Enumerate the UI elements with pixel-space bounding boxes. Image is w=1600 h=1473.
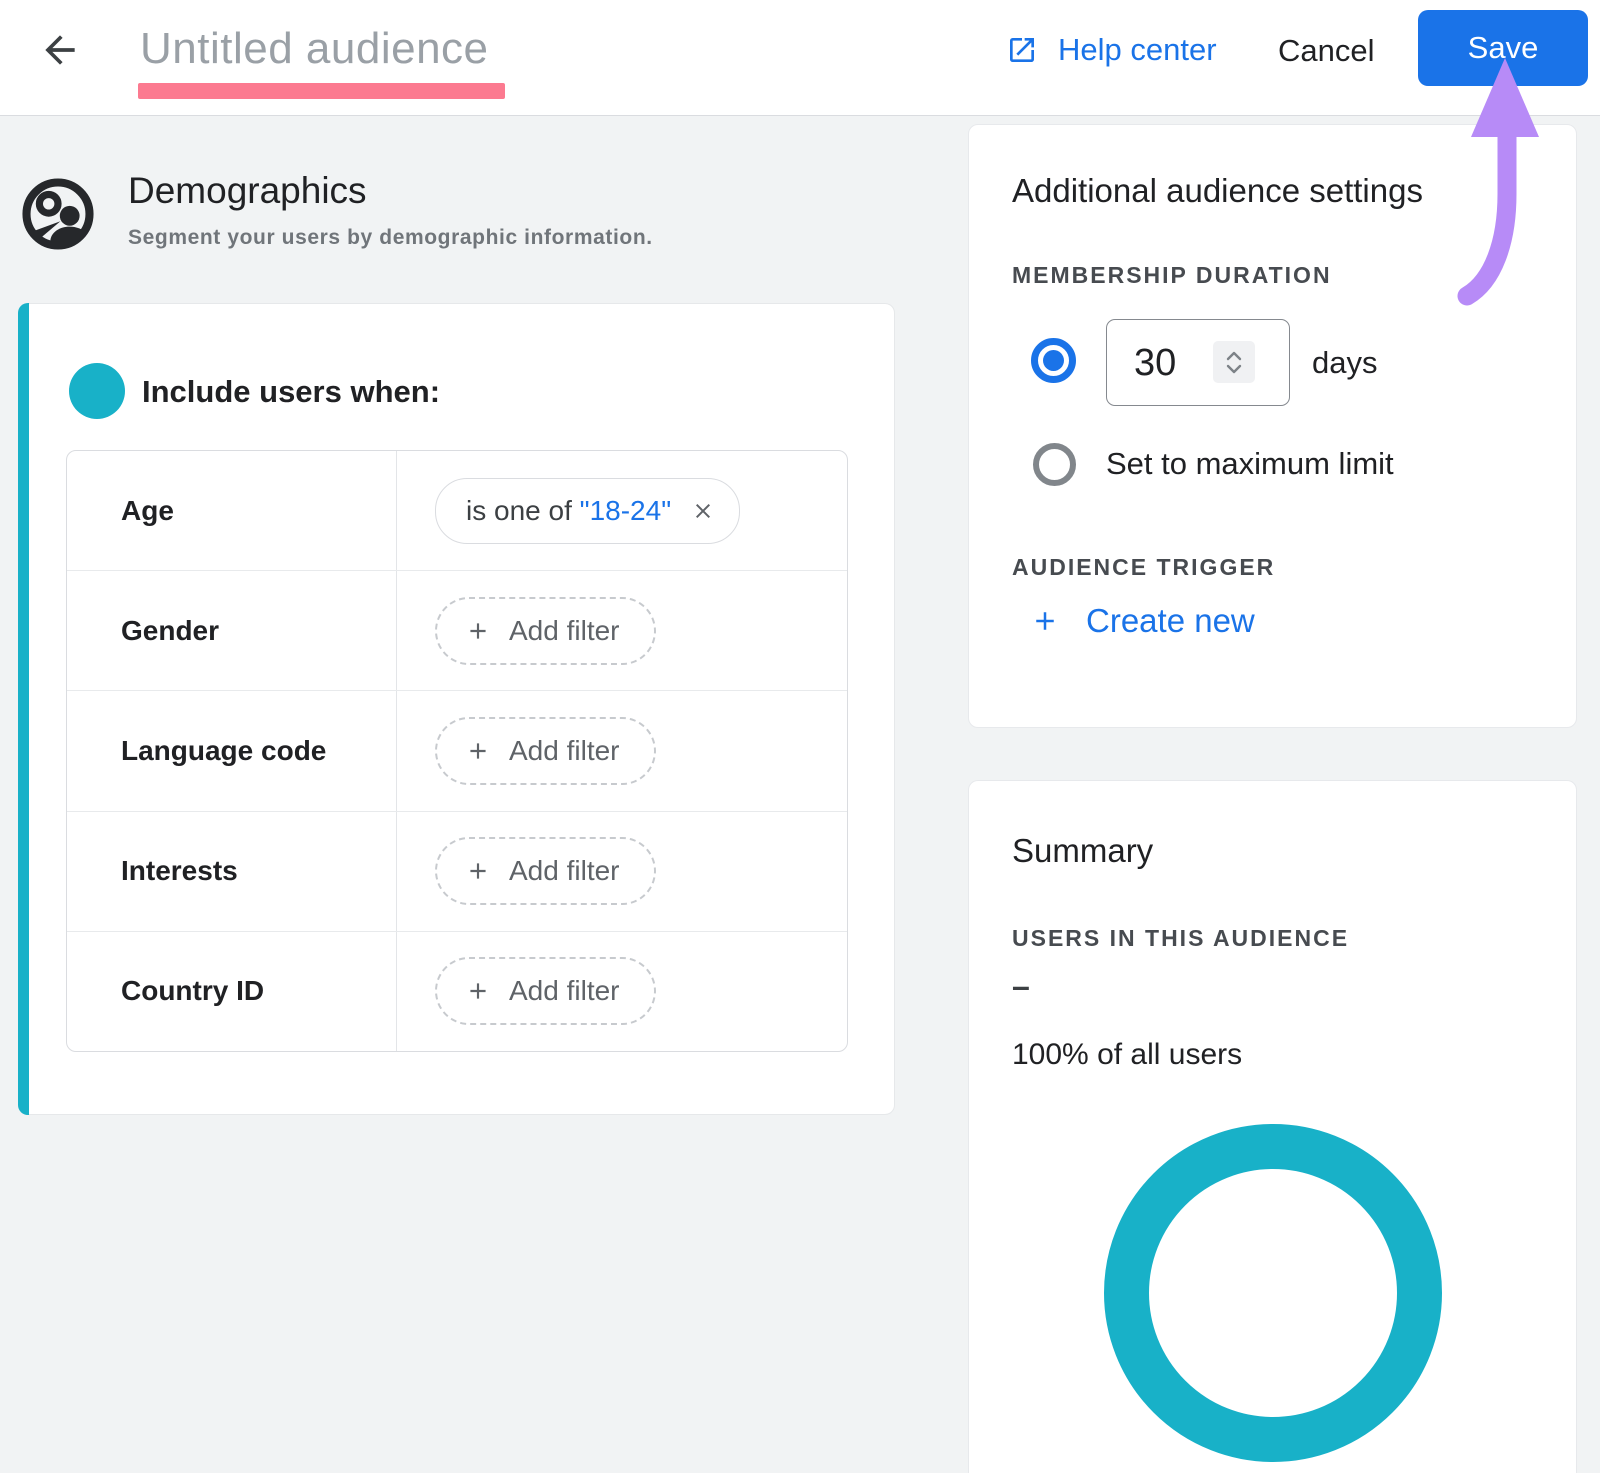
table-row-interests: Interests Add filter (67, 811, 847, 931)
plus-icon (465, 858, 491, 884)
title-underline (138, 83, 505, 99)
row-label-country: Country ID (67, 932, 397, 1051)
chip-condition: is one of (466, 495, 580, 527)
create-new-trigger-button[interactable]: Create new (1030, 602, 1255, 640)
chevron-up-icon (1226, 350, 1242, 361)
summary-title: Summary (1012, 832, 1153, 870)
add-filter-label: Add filter (509, 975, 620, 1007)
section-title: Demographics (128, 170, 367, 212)
row-value-gender: Add filter (397, 597, 656, 665)
max-limit-label: Set to maximum limit (1106, 446, 1394, 482)
chip-value: "18-24" (580, 495, 672, 527)
chip-close-icon[interactable] (691, 499, 715, 523)
add-filter-button-interests[interactable]: Add filter (435, 837, 656, 905)
row-value-country: Add filter (397, 957, 656, 1025)
radio-dot (1043, 350, 1064, 371)
back-arrow-icon[interactable] (38, 28, 82, 72)
save-button[interactable]: Save (1418, 10, 1588, 86)
age-filter-chip[interactable]: is one of "18-24" (435, 478, 740, 544)
section-subtitle: Segment your users by demographic inform… (128, 226, 653, 250)
membership-duration-label: MEMBERSHIP DURATION (1012, 262, 1332, 289)
add-filter-label: Add filter (509, 735, 620, 767)
row-value-interests: Add filter (397, 837, 656, 905)
demographic-filter-table: Age is one of "18-24" Gender Add f (66, 450, 848, 1052)
row-label-language: Language code (67, 691, 397, 810)
users-in-audience-value: – (1012, 968, 1030, 1005)
chevron-down-icon (1226, 364, 1242, 375)
percent-of-all-users: 100% of all users (1012, 1038, 1242, 1072)
settings-card-title: Additional audience settings (1012, 172, 1423, 210)
save-button-label: Save (1468, 30, 1539, 66)
table-row-language: Language code Add filter (67, 690, 847, 810)
audience-builder-screen: Untitled audience Help center Cancel Sav… (0, 0, 1600, 1473)
users-in-audience-label: USERS IN THIS AUDIENCE (1012, 925, 1349, 952)
plus-icon (1030, 606, 1060, 636)
table-row-country: Country ID Add filter (67, 931, 847, 1051)
row-value-age: is one of "18-24" (397, 478, 740, 544)
help-center-label: Help center (1058, 32, 1217, 68)
create-new-label: Create new (1086, 602, 1255, 640)
include-scope-stripe (18, 303, 29, 1115)
audience-donut-chart (1104, 1124, 1442, 1462)
include-scope-icon (69, 363, 125, 419)
add-filter-button-gender[interactable]: Add filter (435, 597, 656, 665)
top-bar: Untitled audience Help center Cancel Sav… (0, 0, 1600, 116)
help-center-link[interactable]: Help center (1006, 30, 1217, 70)
plus-icon (465, 978, 491, 1004)
table-row-age: Age is one of "18-24" (67, 451, 847, 570)
plus-icon (465, 618, 491, 644)
duration-stepper[interactable] (1213, 341, 1255, 383)
table-row-gender: Gender Add filter (67, 570, 847, 690)
row-label-age: Age (67, 451, 397, 570)
plus-icon (465, 738, 491, 764)
cancel-button[interactable]: Cancel (1278, 33, 1375, 69)
add-filter-label: Add filter (509, 615, 620, 647)
add-filter-button-country[interactable]: Add filter (435, 957, 656, 1025)
demographics-icon (22, 178, 94, 250)
duration-value: 30 (1134, 342, 1176, 385)
audience-name-input[interactable]: Untitled audience (140, 24, 489, 74)
add-filter-label: Add filter (509, 855, 620, 887)
include-users-heading: Include users when: (142, 374, 440, 410)
duration-radio-selected[interactable] (1031, 338, 1076, 383)
max-limit-radio-unselected[interactable] (1033, 443, 1076, 486)
row-value-language: Add filter (397, 717, 656, 785)
audience-trigger-label: AUDIENCE TRIGGER (1012, 554, 1275, 581)
open-in-new-icon (1006, 34, 1038, 66)
row-label-gender: Gender (67, 571, 397, 690)
duration-unit-label: days (1312, 345, 1377, 381)
row-label-interests: Interests (67, 812, 397, 931)
add-filter-button-language[interactable]: Add filter (435, 717, 656, 785)
